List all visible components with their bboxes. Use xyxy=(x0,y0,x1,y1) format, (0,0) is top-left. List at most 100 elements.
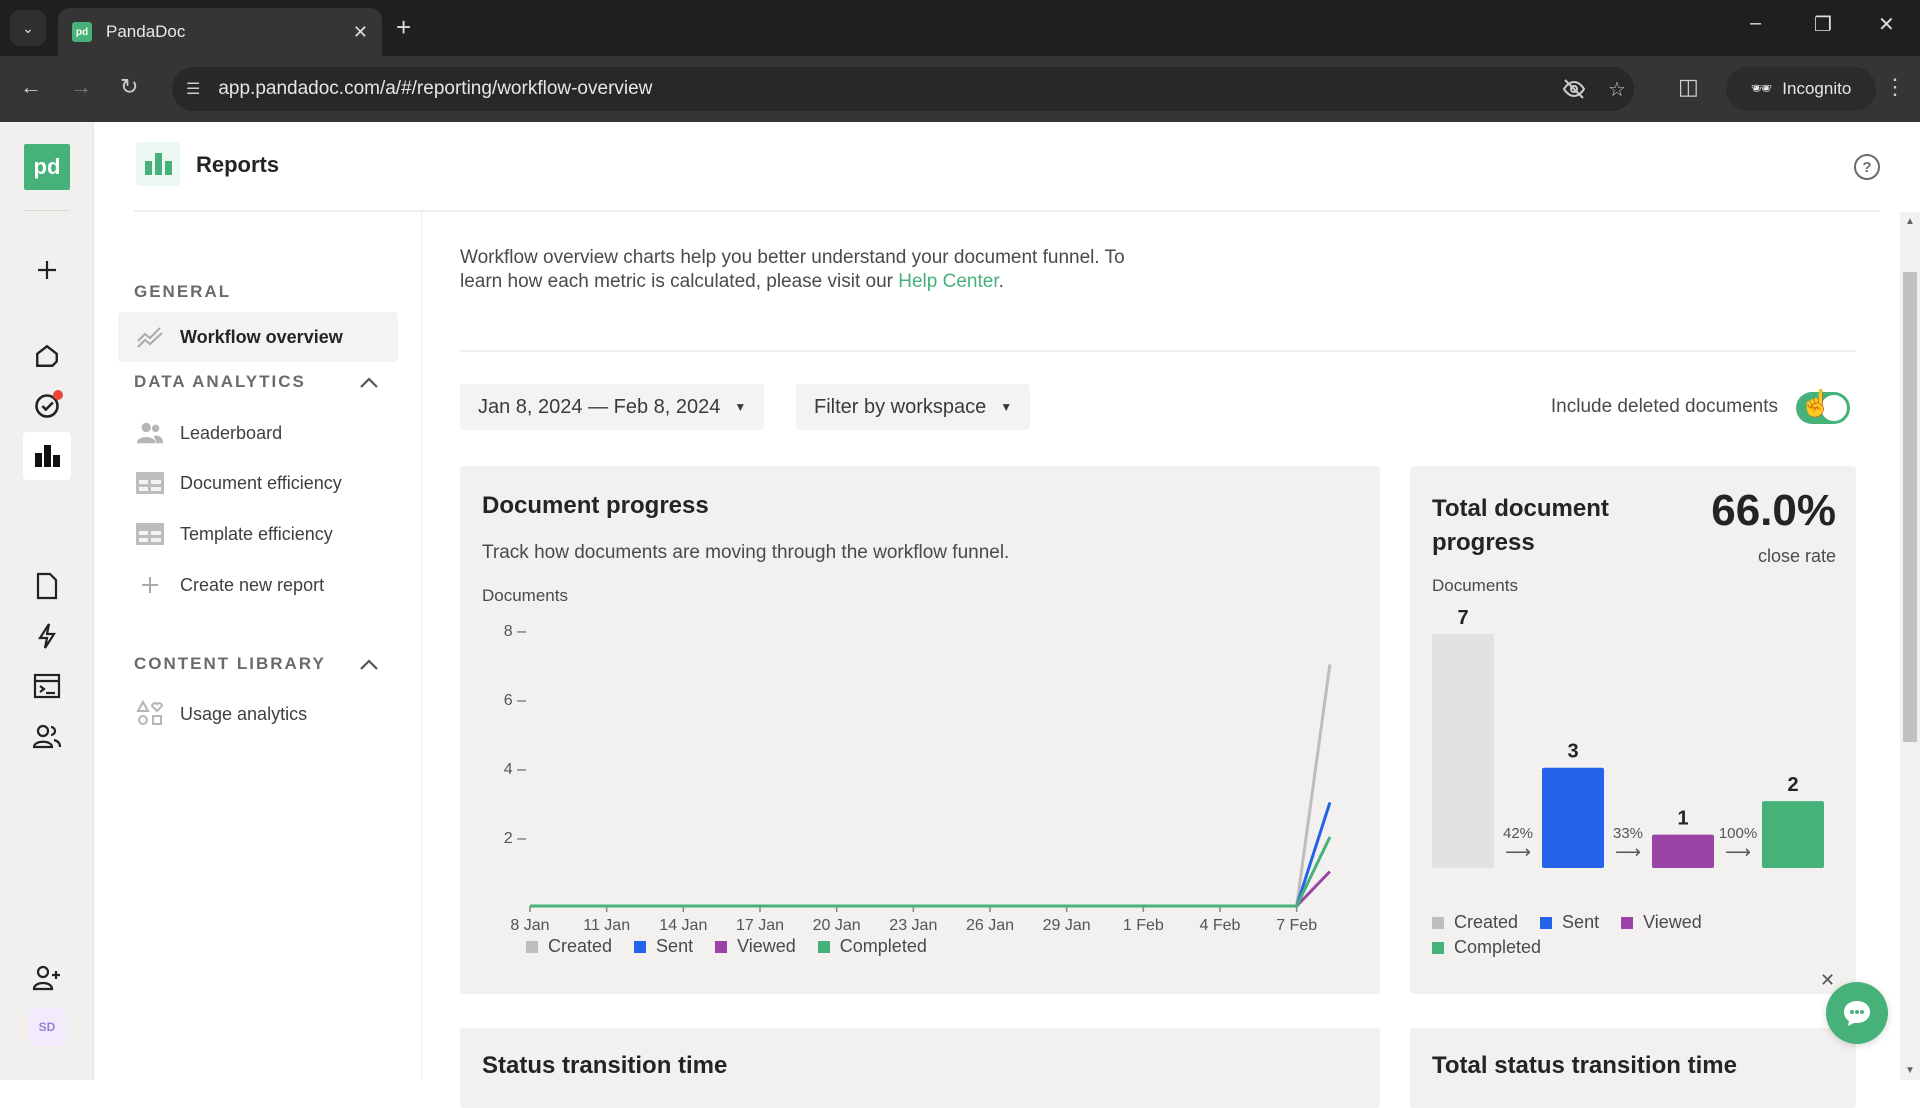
legend-item[interactable]: Completed xyxy=(1432,937,1541,958)
invite-user-icon[interactable] xyxy=(25,956,69,1000)
reports-bar-chart-icon[interactable] xyxy=(23,432,71,480)
x-tick-label: 11 Jan xyxy=(583,917,630,934)
x-tick-label: 23 Jan xyxy=(889,917,937,934)
url-text[interactable]: app.pandadoc.com/a/#/reporting/workflow-… xyxy=(218,78,652,100)
arrow-right-icon: ⟶ xyxy=(1505,842,1531,863)
sidebar-item-template-efficiency[interactable]: Template efficiency xyxy=(118,509,398,559)
close-rate-label: close rate xyxy=(1757,546,1836,566)
scrollbar-thumb[interactable] xyxy=(1903,272,1917,742)
legend-label: Sent xyxy=(656,936,694,956)
sidebar-item-leaderboard[interactable]: Leaderboard xyxy=(118,408,398,458)
bar-sent[interactable] xyxy=(1542,767,1604,868)
legend-item[interactable]: Created xyxy=(1432,912,1518,933)
minimize-icon[interactable]: – xyxy=(1750,12,1761,35)
contacts-icon[interactable] xyxy=(25,714,69,758)
eye-off-icon[interactable] xyxy=(1562,67,1586,111)
site-settings-icon[interactable]: ☰ xyxy=(186,79,200,99)
users-icon xyxy=(136,419,164,447)
series-line-created xyxy=(530,664,1332,908)
x-tick-label: 29 Jan xyxy=(1043,917,1091,934)
home-icon[interactable] xyxy=(25,334,69,378)
y-tick-label: 2 – xyxy=(504,830,526,847)
sidebar-item-document-efficiency[interactable]: Document efficiency xyxy=(118,458,398,508)
bar-value-label: 7 xyxy=(1457,607,1468,629)
forward-arrow-icon[interactable]: → xyxy=(70,74,92,100)
browser-tab-bar: ⌄ pd PandaDoc ✕ + – ❐ ✕ xyxy=(0,0,1920,56)
address-bar[interactable]: ☰ app.pandadoc.com/a/#/reporting/workflo… xyxy=(172,67,1634,111)
total-document-progress-card: Total document progress 66.0% close rate… xyxy=(1410,466,1856,994)
x-tick-label: 17 Jan xyxy=(736,917,784,934)
y-axis-title: Documents xyxy=(1432,576,1518,595)
chat-launcher-button[interactable] xyxy=(1826,982,1888,1044)
automation-bolt-icon[interactable] xyxy=(25,614,69,658)
line-chart: 2 – 4 – 6 – 8 – 8 Jan 11 Jan 14 Jan 17 Jan 20 Ja… xyxy=(504,623,1332,934)
user-avatar[interactable]: SD xyxy=(28,1008,66,1046)
legend-swatch xyxy=(634,940,647,953)
date-range-dropdown[interactable]: Jan 8, 2024 — Feb 8, 2024 ▼ xyxy=(460,384,765,430)
page-scrollbar[interactable]: ▲ ▼ xyxy=(1900,212,1920,1080)
sidebar-item-usage-analytics[interactable]: Usage analytics xyxy=(118,689,398,739)
legend-label: Completed xyxy=(839,936,927,956)
restore-icon[interactable]: ❐ xyxy=(1814,12,1832,37)
bar-value-label: 2 xyxy=(1787,774,1798,796)
bar-created[interactable] xyxy=(1432,634,1494,868)
bar-value-label: 1 xyxy=(1677,808,1688,830)
window-close-icon[interactable]: ✕ xyxy=(1878,12,1895,37)
new-tab-icon[interactable]: + xyxy=(396,12,411,43)
x-tick-label: 26 Jan xyxy=(966,917,1014,934)
sidebar-item-create-new-report[interactable]: Create new report xyxy=(118,560,398,610)
x-tick-label: 14 Jan xyxy=(659,917,707,934)
scroll-down-icon[interactable]: ▼ xyxy=(1905,1065,1915,1076)
legend-label: Viewed xyxy=(737,936,796,956)
section-heading-general: GENERAL xyxy=(134,282,232,301)
bar-chart-legend: Created Sent Viewed Completed xyxy=(1432,912,1792,958)
conversion-rate-label: 33% xyxy=(1613,825,1643,842)
bar-viewed[interactable] xyxy=(1652,834,1714,868)
page-header: Reports ? xyxy=(134,122,1880,212)
hand-cursor-icon: ☝ xyxy=(1799,388,1832,418)
status-transition-card: Status transition time xyxy=(460,1028,1380,1108)
pandadoc-logo[interactable]: pd xyxy=(24,144,70,190)
workspace-filter-dropdown[interactable]: Filter by workspace ▼ xyxy=(796,384,1031,430)
legend-item[interactable]: Completed xyxy=(817,936,927,957)
side-panel-icon[interactable]: ◫ xyxy=(1678,74,1699,100)
chevron-up-icon[interactable] xyxy=(358,372,380,394)
help-center-link[interactable]: Help Center xyxy=(898,271,998,292)
close-tab-icon[interactable]: ✕ xyxy=(353,22,368,43)
legend-item[interactable]: Viewed xyxy=(715,936,796,957)
sidebar-item-workflow-overview[interactable]: Workflow overview xyxy=(118,312,398,362)
workspace-filter-label: Filter by workspace xyxy=(814,395,987,418)
legend-item[interactable]: Sent xyxy=(1540,912,1599,933)
incognito-label: Incognito xyxy=(1782,79,1852,98)
date-range-value: Jan 8, 2024 — Feb 8, 2024 xyxy=(478,395,721,418)
browser-tab[interactable]: pd PandaDoc ✕ xyxy=(58,8,382,56)
tab-search-button[interactable]: ⌄ xyxy=(10,10,46,46)
browser-menu-icon[interactable]: ⋮ xyxy=(1884,74,1906,100)
series-line-completed xyxy=(530,836,1332,908)
bar-completed[interactable] xyxy=(1762,801,1824,868)
caret-down-icon: ▼ xyxy=(1000,400,1013,414)
scroll-up-icon[interactable]: ▲ xyxy=(1905,216,1915,227)
incognito-indicator[interactable]: 🕶 Incognito xyxy=(1726,67,1876,111)
create-plus-icon[interactable] xyxy=(25,248,69,292)
line-chart-legend: Created Sent Viewed Completed xyxy=(526,936,927,957)
bookmark-star-icon[interactable]: ☆ xyxy=(1608,67,1626,111)
table-icon xyxy=(136,469,164,497)
reload-icon[interactable]: ↻ xyxy=(120,74,138,100)
templates-icon[interactable] xyxy=(25,664,69,708)
chevron-up-icon[interactable] xyxy=(358,654,380,676)
caret-down-icon: ▼ xyxy=(734,400,747,414)
legend-item[interactable]: Viewed xyxy=(1621,912,1702,933)
reports-sidebar: GENERAL Workflow overview DATA ANALYTICS… xyxy=(118,212,422,1080)
y-axis-title: Documents xyxy=(482,586,568,605)
card-title: Status transition time xyxy=(482,1052,728,1079)
table-icon xyxy=(136,520,164,548)
tasks-check-icon[interactable] xyxy=(25,384,69,428)
divider xyxy=(460,350,1856,352)
chat-dismiss-icon[interactable]: ✕ xyxy=(1820,970,1835,991)
legend-item[interactable]: Created xyxy=(526,936,612,957)
question-circle-icon[interactable]: ? xyxy=(1854,154,1880,180)
documents-icon[interactable] xyxy=(25,564,69,608)
legend-item[interactable]: Sent xyxy=(634,936,693,957)
back-arrow-icon[interactable]: ← xyxy=(20,74,42,100)
